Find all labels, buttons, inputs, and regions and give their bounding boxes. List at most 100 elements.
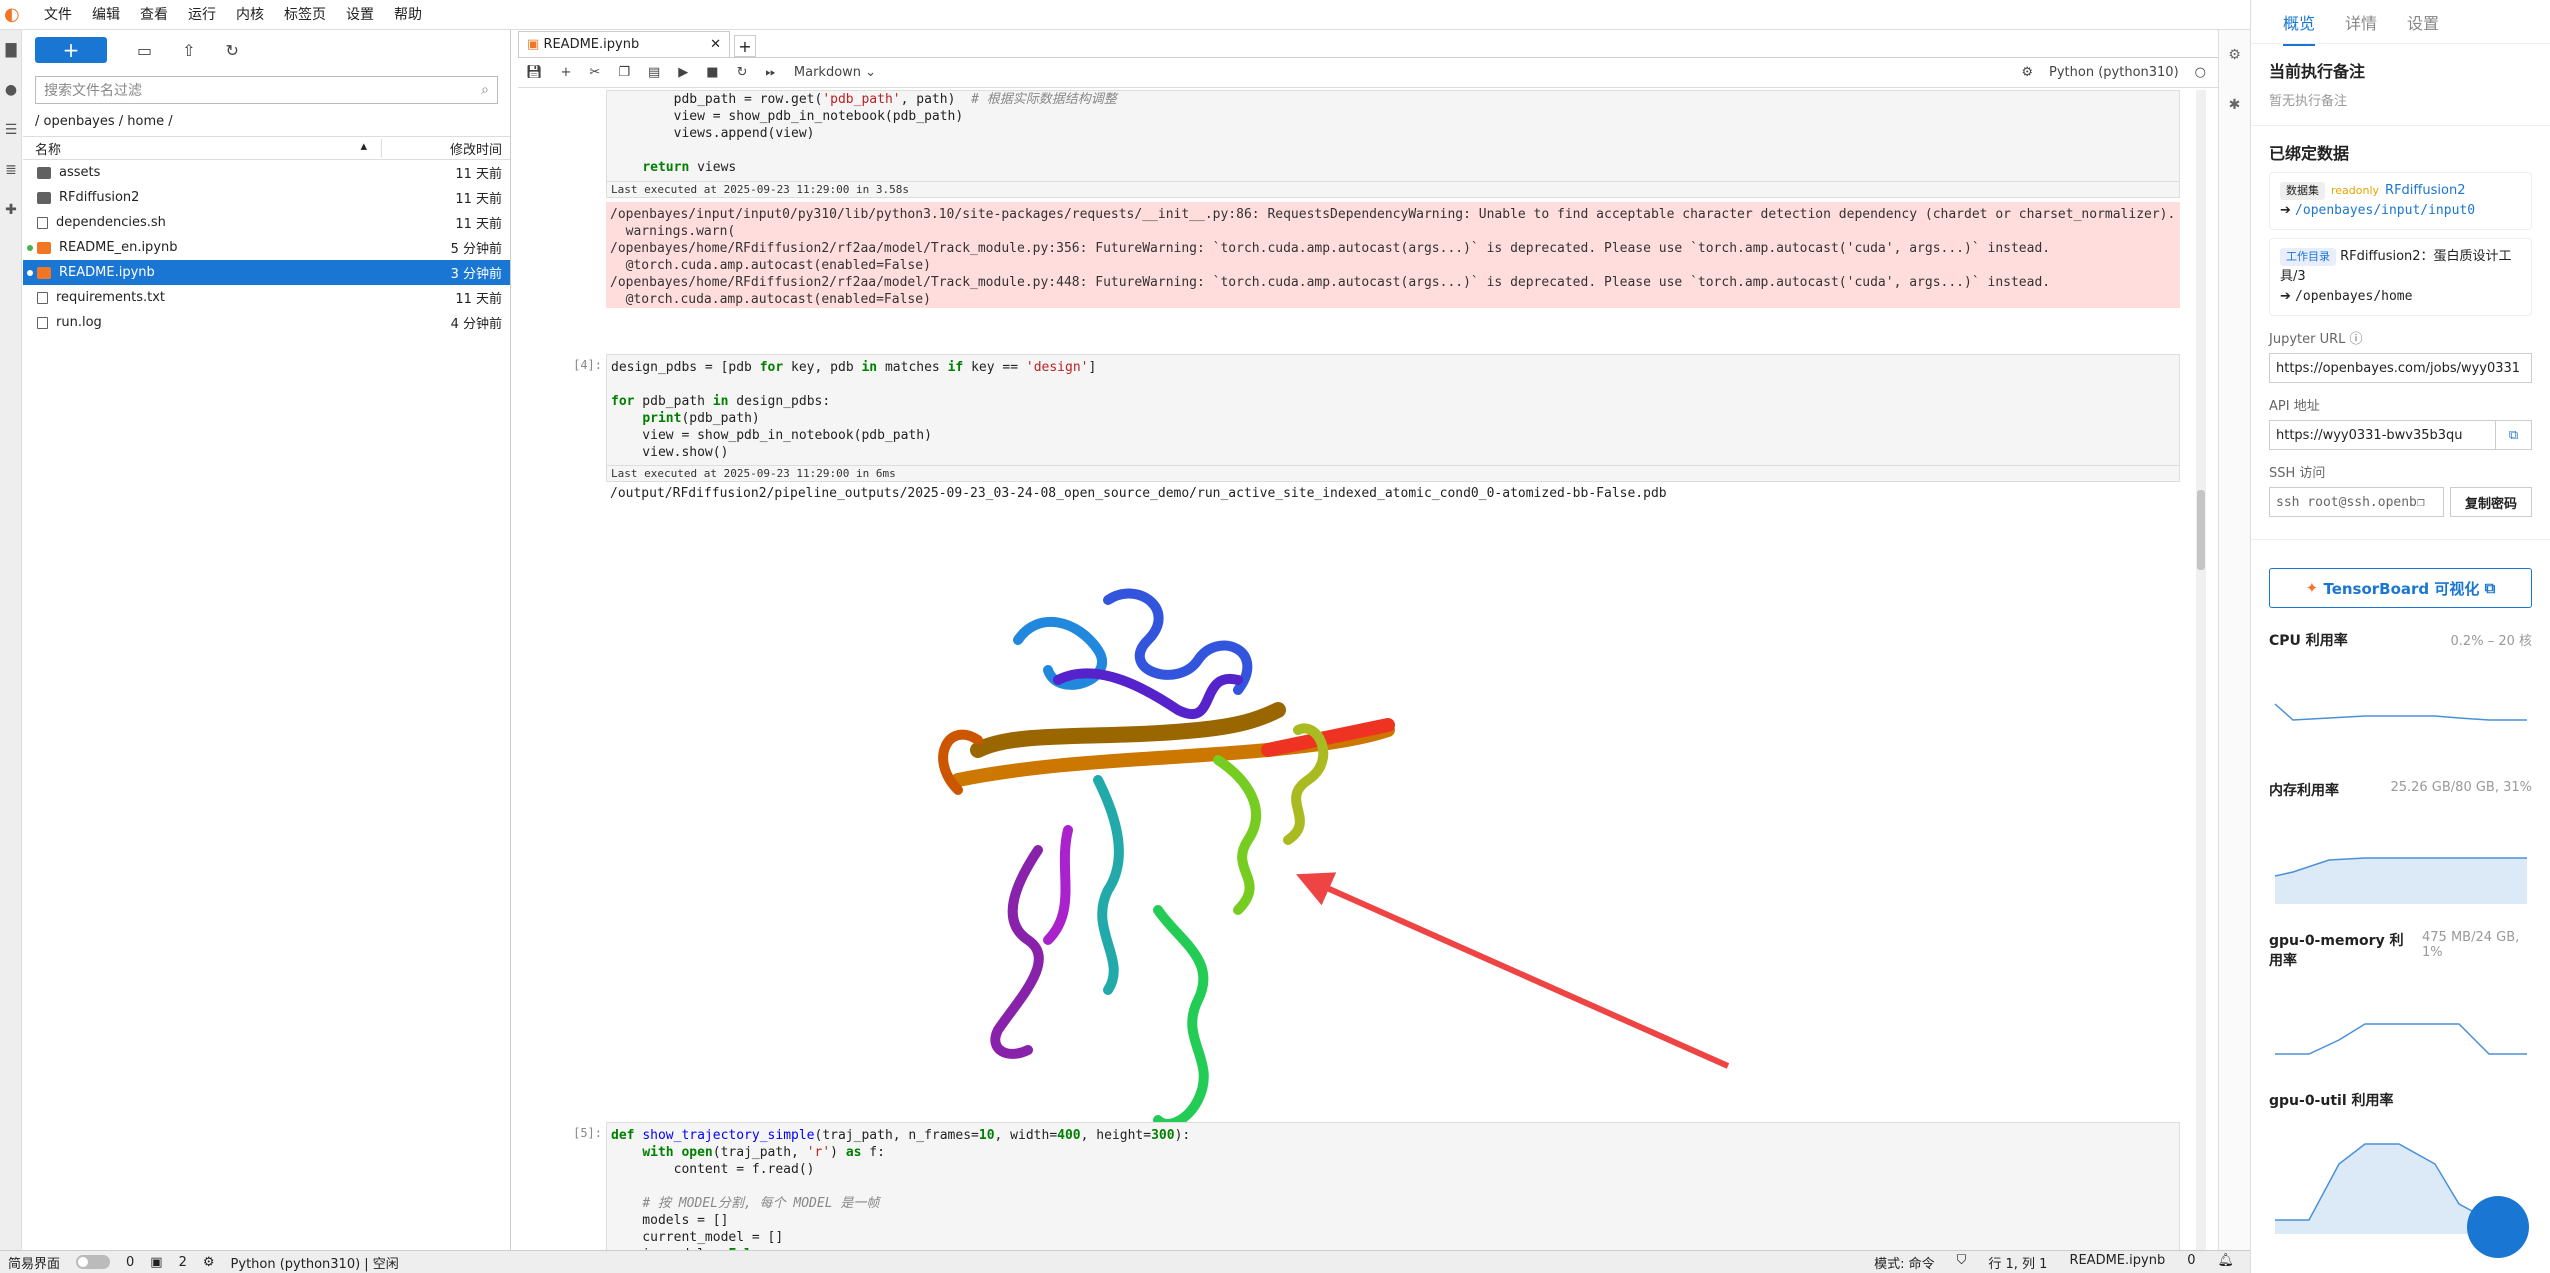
file-row-rfdiffusion2[interactable]: RFdiffusion2 11 天前 [23,185,510,210]
terminal-count[interactable]: 0 [126,1255,134,1270]
api-url-field[interactable]: https://wyy0331-bwv35b3qu [2269,420,2496,450]
menu-kernel[interactable]: 内核 [226,0,274,30]
notebook-scrollbar[interactable] [2196,90,2206,1250]
kernel-status[interactable]: Python (python310) | 空闲 [231,1253,399,1272]
refresh-icon[interactable]: ↻ [226,41,239,60]
property-inspector-icon[interactable]: ⚙ [2219,30,2250,80]
side-tabs: 概览 详情 设置 [2251,0,2550,46]
file-row-assets[interactable]: assets 11 天前 [23,160,510,185]
folder-icon[interactable]: ▇ [0,30,22,70]
menubar: ◐ 文件 编辑 查看 运行 内核 标签页 设置 帮助 [0,0,2250,30]
simple-mode-toggle[interactable] [76,1255,111,1269]
tab-details[interactable]: 详情 [2345,10,2377,34]
menu-view[interactable]: 查看 [130,0,178,30]
dataset-name[interactable]: RFdiffusion2 [2385,183,2465,198]
workdir-path: /openbayes/home [2295,289,2413,304]
ssh-command-field[interactable]: ssh root@ssh.openb ❐ [2269,487,2444,517]
code-cell-3[interactable]: pdb_path = row.get('pdb_path', path) # 根… [606,90,2180,182]
cell-type-select[interactable]: Markdown ⌄ [794,65,876,80]
kernel-status-icon: ○ [2194,65,2206,80]
menu-tabs[interactable]: 标签页 [274,0,336,30]
column-name-header[interactable]: 名称 ▴ [23,138,382,158]
notebook-icon [37,241,51,254]
last-executed-4: Last executed at 2025-09-23 11:29:00 in … [606,466,2180,482]
stop-icon[interactable]: ■ [706,65,718,80]
kernel-count[interactable]: 2 [179,1255,187,1270]
file-filter-input[interactable]: 搜索文件名过滤 ⌕ [35,76,498,104]
menu-file[interactable]: 文件 [34,0,82,30]
notebook-toolbar: 💾︎ + ✂ ❐ ▤ ▶ ■ ↻ ⏩︎ Markdown ⌄ ⚙ Python … [518,58,2218,88]
tab-readme[interactable]: ▣ README.ipynb ✕ [518,31,730,57]
menu-settings[interactable]: 设置 [336,0,384,30]
new-launcher-button[interactable]: + [35,37,107,63]
ssh-label: SSH 访问 [2269,466,2326,481]
code-cell-4[interactable]: design_pdbs = [pdb for key, pdb in match… [606,354,2180,466]
cpu-metric: CPU 利用率 0.2% – 20 核 [2269,633,2532,649]
extension-icon[interactable]: ✚ [0,190,22,230]
run-all-icon[interactable]: ⏩︎ [765,65,775,80]
external-link-icon: ⧉ [2484,579,2496,597]
menu-help[interactable]: 帮助 [384,0,432,30]
save-icon[interactable]: 💾︎ [526,65,543,80]
code-cell-5[interactable]: def show_trajectory_simple(traj_path, n_… [606,1122,2180,1250]
copy-password-button[interactable]: 复制密码 [2450,487,2532,517]
tensorboard-icon: ✦ [2305,579,2319,597]
run-icon[interactable]: ▶ [678,65,688,80]
paste-icon[interactable]: ▤ [648,65,660,80]
file-row-dependencies[interactable]: dependencies.sh 11 天前 [23,210,510,235]
file-browser-toolbar: + ▭ ⇧ ↻ [23,30,510,70]
upload-icon[interactable]: ⇧ [182,41,195,60]
info-icon: ⓘ [2349,332,2363,347]
cursor-position[interactable]: 行 1, 列 1 [1988,1253,2047,1272]
commands-icon[interactable]: ☰ [0,110,22,150]
cut-icon[interactable]: ✂ [589,65,600,80]
current-note: 暂无执行备注 [2269,94,2348,109]
last-executed-3: Last executed at 2025-09-23 11:29:00 in … [606,182,2180,198]
memory-sparkline [2274,857,2527,904]
file-browser: + ▭ ⇧ ↻ 搜索文件名过滤 ⌕ / openbayes / home / 名… [23,30,511,1250]
copy-icon[interactable]: ❐ [618,65,630,80]
debugger-icon[interactable]: ✱ [2219,80,2250,130]
file-row-readme[interactable]: README.ipynb 3 分钟前 [23,260,510,285]
workdir-card[interactable]: 工作目录 RFdiffusion2：蛋白质设计工具/3 ➔ /openbayes… [2269,238,2532,316]
notification-count[interactable]: 0 [2187,1253,2195,1272]
column-time-header[interactable]: 修改时间 [382,139,510,158]
gear-icon[interactable]: ⚙ [2021,65,2033,80]
trusted-icon: ⛉ [1956,1252,1967,1268]
running-icon[interactable]: ● [0,70,22,110]
copy-icon[interactable]: ❐ [2417,495,2425,510]
file-row-readme-en[interactable]: README_en.ipynb 5 分钟前 [23,235,510,260]
file-row-requirements[interactable]: requirements.txt 11 天前 [23,285,510,310]
api-label: API 地址 [2269,399,2320,414]
tab-settings[interactable]: 设置 [2407,10,2439,34]
search-icon: ⌕ [481,82,489,98]
status-bar: 简易界面 0 ▣ 2 ⚙ Python (python310) | 空闲 模式:… [0,1250,2250,1273]
insert-cell-icon[interactable]: + [561,65,572,80]
dataset-card[interactable]: 数据集 readonly RFdiffusion2 ➔ /openbayes/inp… [2269,172,2532,230]
running-dot-icon [27,245,33,251]
gpu-util-metric: gpu-0-util 利用率 [2269,1093,2394,1109]
cell-prompt-4: [4]: [573,358,602,372]
file-row-runlog[interactable]: run.log 4 分钟前 [23,310,510,335]
restart-icon[interactable]: ↻ [737,65,748,80]
kernel-name[interactable]: Python (python310) [2049,65,2179,80]
breadcrumb[interactable]: / openbayes / home / [23,104,510,136]
add-tab-button[interactable]: + [734,35,756,57]
notebook-cells: pdb_path = row.get('pdb_path', path) # 根… [518,90,2218,1250]
scrollbar-thumb[interactable] [2197,490,2205,570]
tab-overview[interactable]: 概览 [2283,10,2316,46]
toc-icon[interactable]: ≣ [0,150,22,190]
menu-run[interactable]: 运行 [178,0,226,30]
new-folder-icon[interactable]: ▭ [137,41,152,60]
jupyter-url-field[interactable]: https://openbayes.com/jobs/wyy0331 [2269,353,2532,383]
gpu-memory-sparkline [2275,1023,2527,1055]
menu-edit[interactable]: 编辑 [82,0,130,30]
red-arrow-annotation [1296,872,1730,1069]
open-link-icon[interactable]: ⧉ [2496,420,2532,450]
chat-support-button[interactable] [2467,1196,2529,1258]
right-sidebar-strip: ⚙ ✱ [2218,30,2250,1250]
bell-icon[interactable]: 🔔︎ [2217,1253,2234,1272]
mode-indicator: 模式: 命令 [1874,1256,1935,1272]
close-icon[interactable]: ✕ [710,37,721,52]
tensorboard-button[interactable]: ✦ TensorBoard 可视化 ⧉ [2269,568,2532,608]
